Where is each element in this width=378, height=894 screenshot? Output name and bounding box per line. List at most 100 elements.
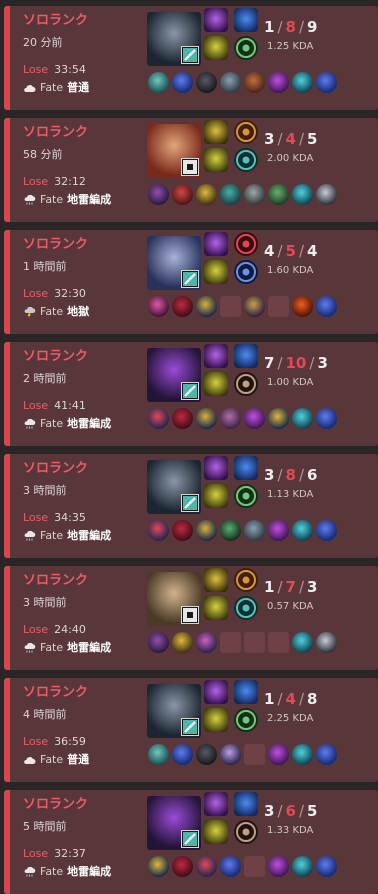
mauve-item-icon[interactable] [220, 408, 241, 429]
crimson-item-icon[interactable] [172, 856, 193, 877]
empty-item-slot[interactable] [244, 744, 265, 765]
spiral-teal-item-icon[interactable] [148, 744, 169, 765]
gold-item-icon[interactable] [172, 632, 193, 653]
purple-item-icon[interactable] [268, 744, 289, 765]
purple-item-icon[interactable] [244, 408, 265, 429]
blue-orb-item-icon[interactable] [316, 72, 337, 93]
fate-row: Fate 地獄 [23, 304, 141, 320]
time-ago: 1 時間前 [23, 260, 67, 273]
gold-item-icon[interactable] [196, 184, 217, 205]
empty-item-slot[interactable] [244, 856, 265, 877]
blue-red-item-icon[interactable] [148, 408, 169, 429]
brown-item-icon[interactable] [244, 72, 265, 93]
result-label: Lose [23, 847, 49, 860]
red-bow-item-icon[interactable] [172, 184, 193, 205]
green-ring-item-icon[interactable] [220, 520, 241, 541]
pink-item-icon[interactable] [148, 296, 169, 317]
gold-blue-item-icon[interactable] [196, 520, 217, 541]
blue-orb-item-icon[interactable] [316, 520, 337, 541]
champion-portrait[interactable] [147, 236, 201, 290]
teal-orb-item-icon[interactable] [292, 184, 313, 205]
champion-portrait[interactable] [147, 796, 201, 850]
kda-ratio: 2.00 KDA [267, 153, 314, 164]
match-duration: 32:37 [54, 847, 86, 860]
match-card[interactable]: ソロランク 58 分前 Lose 32:12 Fate 地雷編成 3/4/5 2.00 KDA [4, 118, 378, 222]
purple-blade-item-icon[interactable] [148, 632, 169, 653]
empty-item-slot[interactable] [268, 632, 289, 653]
time-ago: 5 時間前 [23, 820, 67, 833]
champion-portrait[interactable] [147, 12, 201, 66]
cloud-rain-icon [23, 866, 36, 878]
teal-orb-item-icon[interactable] [292, 632, 313, 653]
lilac-item-icon[interactable] [220, 744, 241, 765]
champion-portrait[interactable] [147, 124, 201, 178]
role-slash-icon [181, 494, 199, 512]
empty-item-slot[interactable] [220, 296, 241, 317]
fate-label: Fate [40, 753, 64, 766]
purple-spell-icon [204, 344, 228, 368]
purple-item-icon[interactable] [268, 520, 289, 541]
blue-gold-item-icon[interactable] [268, 408, 289, 429]
kda-separator: / [298, 130, 304, 148]
purple-item-icon[interactable] [268, 72, 289, 93]
match-card[interactable]: ソロランク 3 時間前 Lose 24:40 Fate 地雷編成 1/7/3 0.57 KDA [4, 566, 378, 670]
green-rune-icon [234, 708, 258, 732]
blue-gold-item-icon[interactable] [148, 856, 169, 877]
blue-red-item-icon[interactable] [196, 856, 217, 877]
role-slash-icon [181, 382, 199, 400]
spiral-teal-item-icon[interactable] [148, 72, 169, 93]
purple-blade-item-icon[interactable] [148, 184, 169, 205]
match-card[interactable]: ソロランク 5 時間前 Lose 32:37 Fate 地雷編成 3/6/5 1.33 KDA [4, 790, 378, 894]
purple-item-icon[interactable] [268, 856, 289, 877]
blue-orb-item-icon[interactable] [316, 744, 337, 765]
silver-item-icon[interactable] [316, 632, 337, 653]
teal-orb-item-icon[interactable] [292, 744, 313, 765]
blue-orb-item-icon[interactable] [316, 296, 337, 317]
pink-blue-item-icon[interactable] [196, 632, 217, 653]
kda-separator: / [277, 242, 283, 260]
steel-item-icon[interactable] [244, 184, 265, 205]
champion-portrait[interactable] [147, 684, 201, 738]
crimson-item-icon[interactable] [172, 408, 193, 429]
black-item-icon[interactable] [196, 744, 217, 765]
blue-orb-item-icon[interactable] [172, 72, 193, 93]
empty-item-slot[interactable] [244, 632, 265, 653]
champion-portrait[interactable] [147, 572, 201, 626]
match-card[interactable]: ソロランク 3 時間前 Lose 34:35 Fate 地雷編成 3/8/6 1.13 KDA [4, 454, 378, 558]
green-item-icon[interactable] [268, 184, 289, 205]
purple-gold-item-icon[interactable] [244, 296, 265, 317]
match-card[interactable]: ソロランク 2 時間前 Lose 41:41 Fate 地雷編成 7/10/3 1.00 KD… [4, 342, 378, 446]
cloud-rain-icon [23, 530, 36, 542]
empty-item-slot[interactable] [220, 632, 241, 653]
kda-separator: / [277, 802, 283, 820]
teal-orb-item-icon[interactable] [292, 408, 313, 429]
match-card[interactable]: ソロランク 20 分前 Lose 33:54 Fate 普通 1/8/9 1.25 KDA [4, 6, 378, 110]
slate-item-icon[interactable] [220, 72, 241, 93]
fire-item-icon[interactable] [292, 296, 313, 317]
teal-orb-item-icon[interactable] [292, 856, 313, 877]
blue-orb-item-icon[interactable] [316, 408, 337, 429]
gold-blue-item-icon[interactable] [196, 296, 217, 317]
blue-orb-item-icon[interactable] [316, 856, 337, 877]
match-card[interactable]: ソロランク 4 時間前 Lose 36:59 Fate 普通 1/4/8 2.25 KDA [4, 678, 378, 782]
teal-orb-item-icon[interactable] [292, 72, 313, 93]
teal-item-icon[interactable] [220, 184, 241, 205]
champion-portrait[interactable] [147, 460, 201, 514]
empty-item-slot[interactable] [268, 296, 289, 317]
assists: 9 [307, 18, 318, 36]
blue-spell-icon [234, 680, 258, 704]
fate-value: 地獄 [67, 305, 90, 318]
black-item-icon[interactable] [196, 72, 217, 93]
slate-item-icon[interactable] [244, 520, 265, 541]
crimson-item-icon[interactable] [172, 296, 193, 317]
match-card[interactable]: ソロランク 1 時間前 Lose 32:30 Fate 地獄 4/5/4 1.60 KDA [4, 230, 378, 334]
deaths: 7 [285, 578, 296, 596]
gold-blue-item-icon[interactable] [196, 408, 217, 429]
silver-item-icon[interactable] [316, 184, 337, 205]
blue-red-item-icon[interactable] [148, 520, 169, 541]
blue-orb-item-icon[interactable] [220, 856, 241, 877]
blue-orb-item-icon[interactable] [172, 744, 193, 765]
teal-orb-item-icon[interactable] [292, 520, 313, 541]
crimson-item-icon[interactable] [172, 520, 193, 541]
champion-portrait[interactable] [147, 348, 201, 402]
